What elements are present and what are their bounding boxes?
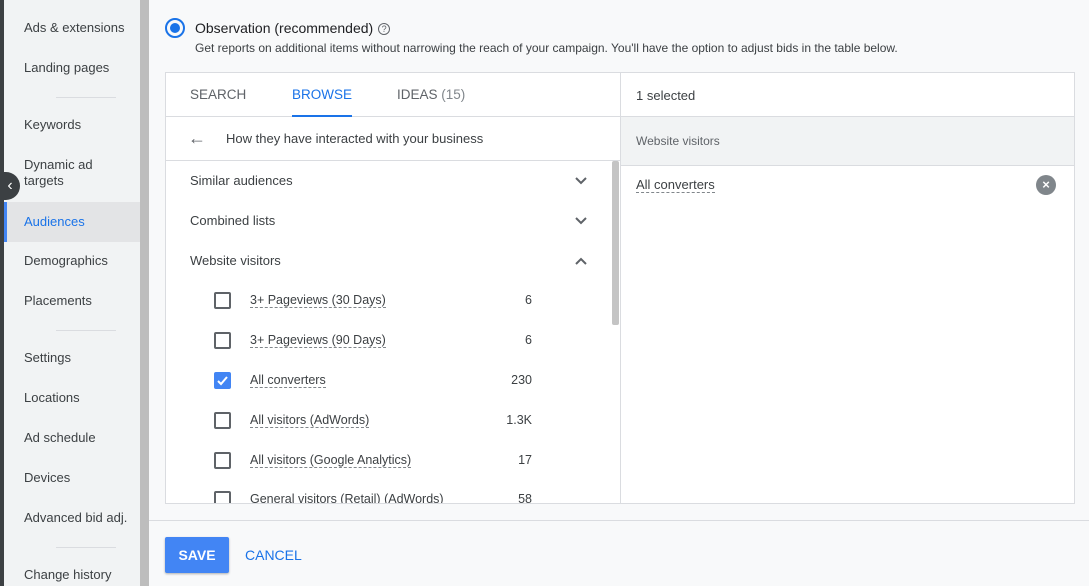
list-item: 3+ Pageviews (30 Days) 6 [166, 281, 611, 321]
tab-search[interactable]: SEARCH [190, 73, 246, 117]
chevron-down-icon [575, 177, 587, 185]
sidebar-divider [56, 547, 116, 548]
category-label: Combined lists [190, 213, 276, 228]
category-label: Similar audiences [190, 173, 293, 188]
audience-picker-panel: SEARCH BROWSE IDEAS (15) ← How they have… [165, 72, 1075, 504]
observation-title-text: Observation (recommended) [195, 20, 374, 36]
list-item: All converters 230 [166, 361, 611, 401]
item-checkbox[interactable] [214, 491, 231, 503]
observation-title: Observation (recommended)? [195, 20, 391, 36]
sidebar-divider [56, 330, 116, 331]
help-icon[interactable]: ? [378, 23, 391, 35]
observation-description: Get reports on additional items without … [195, 41, 898, 55]
selected-group-label: Website visitors [636, 134, 720, 148]
tab-ideas-count: (15) [441, 87, 466, 102]
category-label: Website visitors [190, 253, 281, 268]
item-label[interactable]: 3+ Pageviews (30 Days) [250, 293, 386, 308]
item-count: 1.3K [506, 413, 532, 427]
category-combined-lists[interactable]: Combined lists [166, 201, 611, 241]
sidebar-item-devices[interactable]: Devices [4, 470, 140, 486]
item-count: 6 [525, 293, 532, 307]
sidebar-item-keywords[interactable]: Keywords [4, 117, 140, 133]
chevron-up-icon [575, 257, 587, 265]
selected-header: 1 selected [621, 73, 1074, 117]
sidebar-item-ad-schedule[interactable]: Ad schedule [4, 430, 140, 446]
cancel-button[interactable]: CANCEL [235, 537, 312, 573]
remove-icon[interactable]: × [1036, 175, 1056, 195]
sidebar-item-audiences[interactable]: Audiences [4, 202, 140, 242]
item-count: 6 [525, 333, 532, 347]
list-item: 3+ Pageviews (90 Days) 6 [166, 321, 611, 361]
selected-pane: 1 selected Website visitors All converte… [621, 73, 1074, 503]
audience-list: Similar audiences Combined lists Website… [166, 161, 620, 503]
browse-path: How they have interacted with your busin… [226, 131, 484, 146]
sidebar-item-dynamic-ad-targets[interactable]: Dynamic ad targets [4, 157, 114, 189]
chevron-left-icon: ‹ [7, 177, 13, 194]
list-item: General visitors (Retail) (AdWords) 58 [166, 480, 611, 503]
category-website-visitors[interactable]: Website visitors [166, 241, 611, 281]
tab-ideas-label: IDEAS [397, 87, 438, 102]
item-label[interactable]: All converters [250, 373, 326, 388]
sidebar-divider [56, 97, 116, 98]
sidebar-item-settings[interactable]: Settings [4, 350, 140, 366]
page-scrollbar[interactable] [140, 0, 149, 586]
save-button[interactable]: SAVE [165, 537, 229, 573]
item-label[interactable]: All visitors (Google Analytics) [250, 453, 412, 468]
list-item: All visitors (AdWords) 1.3K [166, 401, 611, 441]
item-count: 230 [511, 373, 532, 387]
arrow-left-icon[interactable]: ← [188, 129, 206, 147]
sidebar-item-ads-extensions[interactable]: Ads & extensions [4, 20, 140, 36]
selected-count: 1 selected [636, 88, 696, 103]
item-label[interactable]: General visitors (Retail) (AdWords) [250, 492, 444, 503]
item-checkbox[interactable] [214, 412, 231, 429]
item-count: 17 [518, 453, 532, 467]
item-label[interactable]: 3+ Pageviews (90 Days) [250, 333, 386, 348]
item-checkbox[interactable] [214, 332, 231, 349]
category-similar-audiences[interactable]: Similar audiences [166, 161, 611, 201]
item-checkbox[interactable] [214, 452, 231, 469]
main-content: Observation (recommended)? Get reports o… [149, 0, 1089, 586]
selected-item-label[interactable]: All converters [636, 178, 715, 193]
chevron-down-icon [575, 217, 587, 225]
list-item: All visitors (Google Analytics) 17 [166, 441, 611, 481]
tab-ideas[interactable]: IDEAS (15) [397, 73, 465, 117]
item-checkbox-checked[interactable] [214, 372, 231, 389]
sidebar-item-change-history[interactable]: Change history [4, 567, 140, 583]
item-count: 58 [518, 492, 532, 503]
checkmark-icon [217, 376, 228, 386]
sidebar-item-placements[interactable]: Placements [4, 293, 140, 309]
tab-browse[interactable]: BROWSE [292, 73, 353, 117]
observation-radio[interactable] [165, 18, 185, 38]
tab-bar: SEARCH BROWSE IDEAS (15) [166, 73, 620, 117]
sidebar-item-advanced-bid-adj[interactable]: Advanced bid adj. [4, 510, 140, 526]
list-scrollbar[interactable] [612, 161, 619, 325]
sidebar-item-landing-pages[interactable]: Landing pages [4, 60, 140, 76]
sidebar-item-locations[interactable]: Locations [4, 390, 140, 406]
item-checkbox[interactable] [214, 292, 231, 309]
item-label[interactable]: All visitors (AdWords) [250, 413, 370, 428]
browse-breadcrumb: ← How they have interacted with your bus… [166, 117, 620, 161]
sidebar-item-demographics[interactable]: Demographics [4, 253, 140, 269]
selected-group-header: Website visitors [621, 117, 1074, 166]
sidebar-nav: Ads & extensions Landing pages Keywords … [0, 0, 140, 586]
browse-pane: SEARCH BROWSE IDEAS (15) ← How they have… [166, 73, 621, 503]
action-footer: SAVE CANCEL [149, 520, 1089, 586]
